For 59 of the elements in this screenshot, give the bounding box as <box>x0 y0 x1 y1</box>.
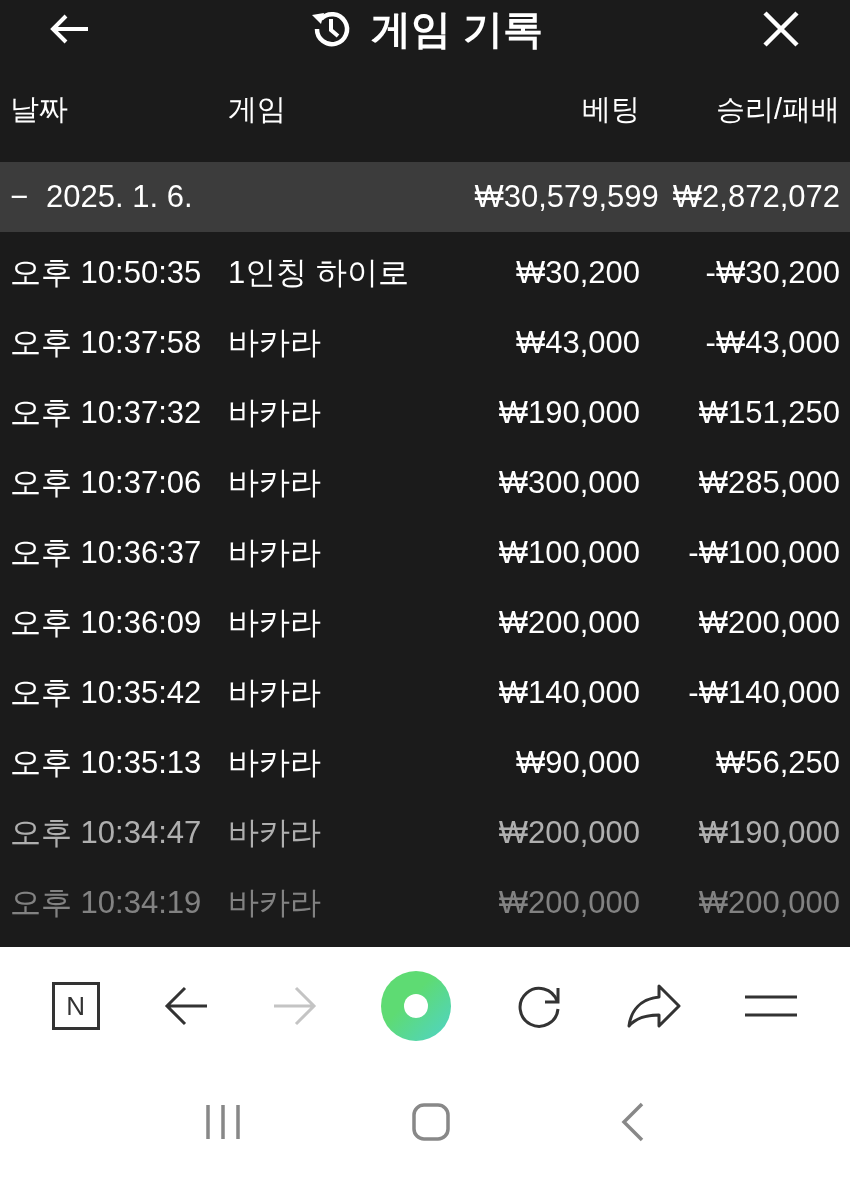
game-cell-text: 1인칭 하이로 <box>228 254 410 292</box>
bet-cell-text: ₩30,200 <box>514 255 640 291</box>
time-cell-text: 오후 10:50:35 <box>10 254 203 292</box>
time-cell-text: 오후 10:35:13 <box>10 744 203 782</box>
bet-cell-text: ₩190,000 <box>497 395 640 431</box>
window-title: 게임 기록 <box>371 5 543 53</box>
group-bet-total: ₩30,579,599 <box>474 179 659 215</box>
column-header: 게임 <box>228 92 287 127</box>
bet-cell-text: ₩300,000 <box>497 465 640 501</box>
result-cell-text: ₩190,000 <box>697 815 840 851</box>
game-cell-text: 바카라 <box>228 534 322 572</box>
bet-cell-text: ₩200,000 <box>497 605 640 641</box>
bet-cell-text: ₩43,000 <box>514 325 640 361</box>
collapse-toggle[interactable]: − <box>10 179 32 215</box>
recent-apps-icon[interactable] <box>205 1103 242 1141</box>
back-arrow-icon[interactable] <box>50 13 90 45</box>
bet-cell-text: ₩140,000 <box>497 675 640 711</box>
browser-logo[interactable]: N <box>51 982 100 1030</box>
column-header: 날짜 <box>10 92 69 127</box>
result-cell-text: ₩200,000 <box>697 885 840 921</box>
time-cell-text: 오후 10:37:06 <box>10 464 203 502</box>
time-cell-text: 오후 10:34:47 <box>10 814 203 852</box>
back-arrow-icon[interactable] <box>162 985 209 1027</box>
time-cell-text: 오후 10:34:19 <box>10 884 203 922</box>
game-cell-text: 바카라 <box>228 884 322 922</box>
time-cell-text: 오후 10:36:09 <box>10 604 203 642</box>
result-cell-text: ₩151,250 <box>697 395 840 431</box>
share-arrow-icon[interactable] <box>627 984 682 1028</box>
game-cell-text: 바카라 <box>228 604 322 642</box>
column-header: 베팅 <box>581 92 640 127</box>
bet-cell-text: ₩100,000 <box>497 535 640 571</box>
group-result-total: ₩2,872,072 <box>672 179 840 215</box>
result-cell-text: ₩285,000 <box>697 465 840 501</box>
column-header: 승리/패배 <box>714 92 840 127</box>
game-cell-text: 바카라 <box>228 814 322 852</box>
back-chevron-icon[interactable] <box>620 1102 645 1142</box>
result-cell-text: -₩43,000 <box>704 325 840 361</box>
close-icon[interactable] <box>762 10 800 48</box>
time-cell-text: 오후 10:36:37 <box>10 534 203 572</box>
time-cell-text: 오후 10:37:32 <box>10 394 203 432</box>
game-cell-text: 바카라 <box>228 674 322 712</box>
bet-cell-text: ₩90,000 <box>514 745 640 781</box>
date-group-row[interactable]: − 2025. 1. 6. ₩30,579,599 ₩2,872,072 <box>0 162 850 232</box>
bet-cell-text: ₩200,000 <box>497 815 640 851</box>
game-cell-text: 바카라 <box>228 394 322 432</box>
time-cell-text: 오후 10:35:42 <box>10 674 203 712</box>
menu-icon[interactable] <box>744 993 799 1019</box>
result-cell-text: -₩140,000 <box>687 675 840 711</box>
bet-cell-text: ₩200,000 <box>497 885 640 921</box>
group-date: 2025. 1. 6. <box>46 179 194 215</box>
time-cell-text: 오후 10:37:58 <box>10 324 203 362</box>
game-cell-text: 바카라 <box>228 744 322 782</box>
game-cell-text: 바카라 <box>228 464 322 502</box>
result-cell-text: -₩100,000 <box>687 535 840 571</box>
result-cell-text: -₩30,200 <box>704 255 840 291</box>
game-cell-text: 바카라 <box>228 324 322 362</box>
result-cell-text: ₩56,250 <box>714 745 840 781</box>
home-icon[interactable] <box>412 1103 450 1141</box>
result-cell-text: ₩200,000 <box>697 605 840 641</box>
